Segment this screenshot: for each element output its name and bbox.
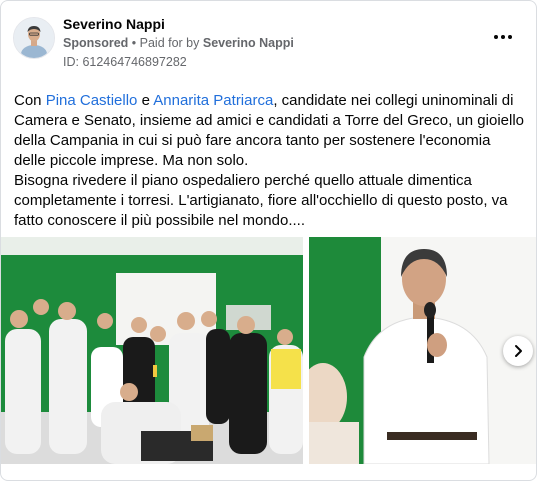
mention-pina-castiello[interactable]: Pina Castiello (46, 92, 138, 109)
text-intro: Con (14, 92, 46, 109)
more-horizontal-icon (494, 35, 498, 39)
mention-annarita-patriarca[interactable]: Annarita Patriarca (153, 92, 273, 109)
post-text: Con Pina Castiello e Annarita Patriarca,… (14, 91, 524, 231)
page-name[interactable]: Severino Nappi (63, 16, 165, 32)
text-and: e (137, 92, 154, 109)
sponsored-label: Sponsored (63, 36, 129, 50)
paid-for-by: Severino Nappi (202, 36, 294, 50)
carousel-photo-group[interactable] (1, 237, 303, 464)
separator: • (128, 36, 140, 50)
group-photo (1, 237, 303, 464)
photo-carousel[interactable] (1, 237, 536, 464)
more-options-button[interactable] (494, 29, 514, 45)
post-header: Severino Nappi Sponsored • Paid for by S… (13, 13, 524, 73)
text-body-2: Bisogna rivedere il piano ospedaliero pe… (14, 172, 508, 229)
more-horizontal-icon (508, 35, 512, 39)
paid-for-prefix: Paid for by (139, 36, 203, 50)
page-avatar[interactable] (13, 17, 55, 59)
more-horizontal-icon (501, 35, 505, 39)
carousel-next-button[interactable] (503, 336, 533, 366)
avatar-portrait (14, 18, 54, 58)
sponsored-line: Sponsored • Paid for by Severino Nappi (63, 36, 294, 50)
chevron-right-icon (515, 345, 522, 357)
sponsored-post-card: Severino Nappi Sponsored • Paid for by S… (0, 0, 537, 481)
ad-id: ID: 612464746897282 (63, 55, 187, 69)
